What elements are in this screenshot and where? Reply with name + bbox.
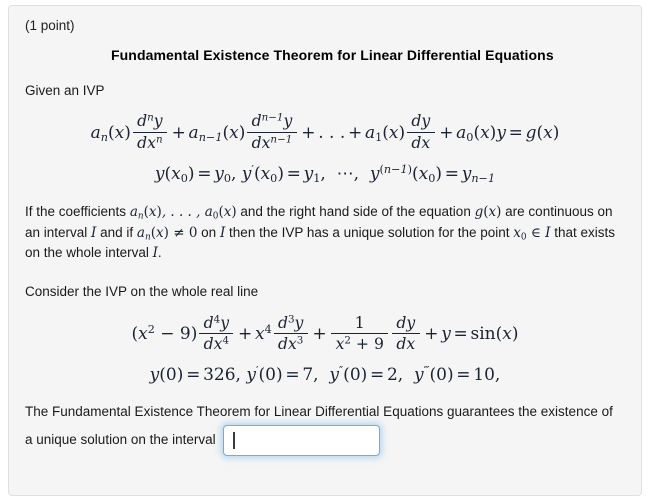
- specific-ode-equation: (x2 − 9) d4y dx4 + x4 d3y dx3 +1 x2 + 9 dy dx + y = si…: [131, 312, 519, 354]
- general-ode-equation: an(x) dny dxn + an−1(x) dn−1y dxn−1 +. . . + a1(x…: [90, 111, 560, 152]
- fraction-d4y-dx4: d4y dx4: [199, 313, 234, 354]
- ic-y2: y″(0): [329, 364, 368, 386]
- statement-coefficient-list: an(x), . . . , a0(x): [129, 204, 237, 222]
- general-initial-conditions: y(x0) = y0, y′(x0) = y1, ⋯, y(n−1)(x0) = yn−1: [154, 163, 496, 186]
- ic-y-n-minus-1-x0: y(n−1)(x0): [369, 163, 443, 186]
- points-label: (1 point): [25, 18, 75, 33]
- given-ivp-label: Given an IVP: [25, 82, 105, 98]
- coefficient-a-1: a1(x): [364, 122, 406, 144]
- coefficient-a-0: a0(x)y: [456, 122, 506, 144]
- specific-coefficient-x4: x4: [254, 322, 272, 344]
- fraction-dy-dx-specific: dy dx: [392, 313, 420, 354]
- fraction-dy-dx: dy dx: [407, 112, 435, 152]
- ic-y-x0: y(x0): [154, 164, 195, 186]
- answer-prompt-line-2: a unique solution on the interval: [25, 432, 216, 448]
- specific-initial-conditions: y(0) = 326, y′(0) = 7, y″(0) = 2, y‴(0) = 10,: [149, 364, 501, 386]
- problem-card: (1 point) Fundamental Existence Theorem …: [8, 5, 642, 496]
- theorem-title: Fundamental Existence Theorem for Linear…: [111, 46, 554, 63]
- specific-coefficient-x2-minus-9: (x2 − 9): [131, 322, 198, 344]
- statement-part-8: .: [157, 245, 162, 261]
- ic-y0: y(0): [149, 365, 184, 386]
- interval-answer-input[interactable]: [222, 424, 380, 456]
- ic-yprime-x0: y′(x0): [241, 163, 284, 186]
- answer-prompt-line-1: The Fundamental Existence Theorem for Li…: [25, 404, 613, 420]
- coefficient-a-n-minus-1: an−1(x): [188, 122, 246, 144]
- fraction-d3y-dx3: d3y dx3: [273, 313, 308, 354]
- ic-y3-value: 10: [473, 365, 495, 386]
- statement-part-5: on: [197, 224, 220, 240]
- ic-y2-value: 2: [386, 365, 398, 386]
- ic-y0-value: 326: [203, 365, 236, 386]
- fraction-dn1y-dxn1: dn−1y dxn−1: [247, 112, 297, 152]
- text-caret: [232, 431, 235, 449]
- statement-part-2: and the right hand side of the equation: [236, 204, 475, 220]
- consider-ivp-label: Consider the IVP on the whole real line: [25, 283, 259, 299]
- ic-y1-value: 7: [302, 365, 314, 386]
- answer-prompt: The Fundamental Existence Theorem for Li…: [25, 402, 625, 456]
- ellipsis: . . .: [318, 122, 346, 143]
- statement-an-nonzero: an(x) ≠ 0: [136, 224, 198, 243]
- ic-y3: y‴(0): [414, 364, 454, 386]
- theorem-statement-paragraph: If the coefficients an(x), . . . , a0(x)…: [25, 202, 625, 264]
- statement-part-1: If the coefficients: [25, 204, 130, 220]
- statement-x0-in-i: x0 ∈ I: [513, 224, 551, 243]
- coefficient-a-n: an(x): [90, 122, 131, 144]
- fraction-one-over-x2-plus-9: 1 x2 + 9: [331, 313, 389, 354]
- fraction-dny-dxn: dny dxn: [132, 112, 167, 152]
- statement-part-6: then the IVP has a unique solution for t…: [225, 224, 514, 240]
- statement-part-4: and if: [96, 224, 137, 240]
- specific-term-y: y: [441, 323, 451, 344]
- ic-y1: y′(0): [246, 364, 283, 386]
- rhs-g-of-x: g(x): [525, 122, 560, 143]
- specific-rhs-sin-x: sin(x): [470, 323, 519, 344]
- statement-g-of-x: g(x): [474, 204, 502, 221]
